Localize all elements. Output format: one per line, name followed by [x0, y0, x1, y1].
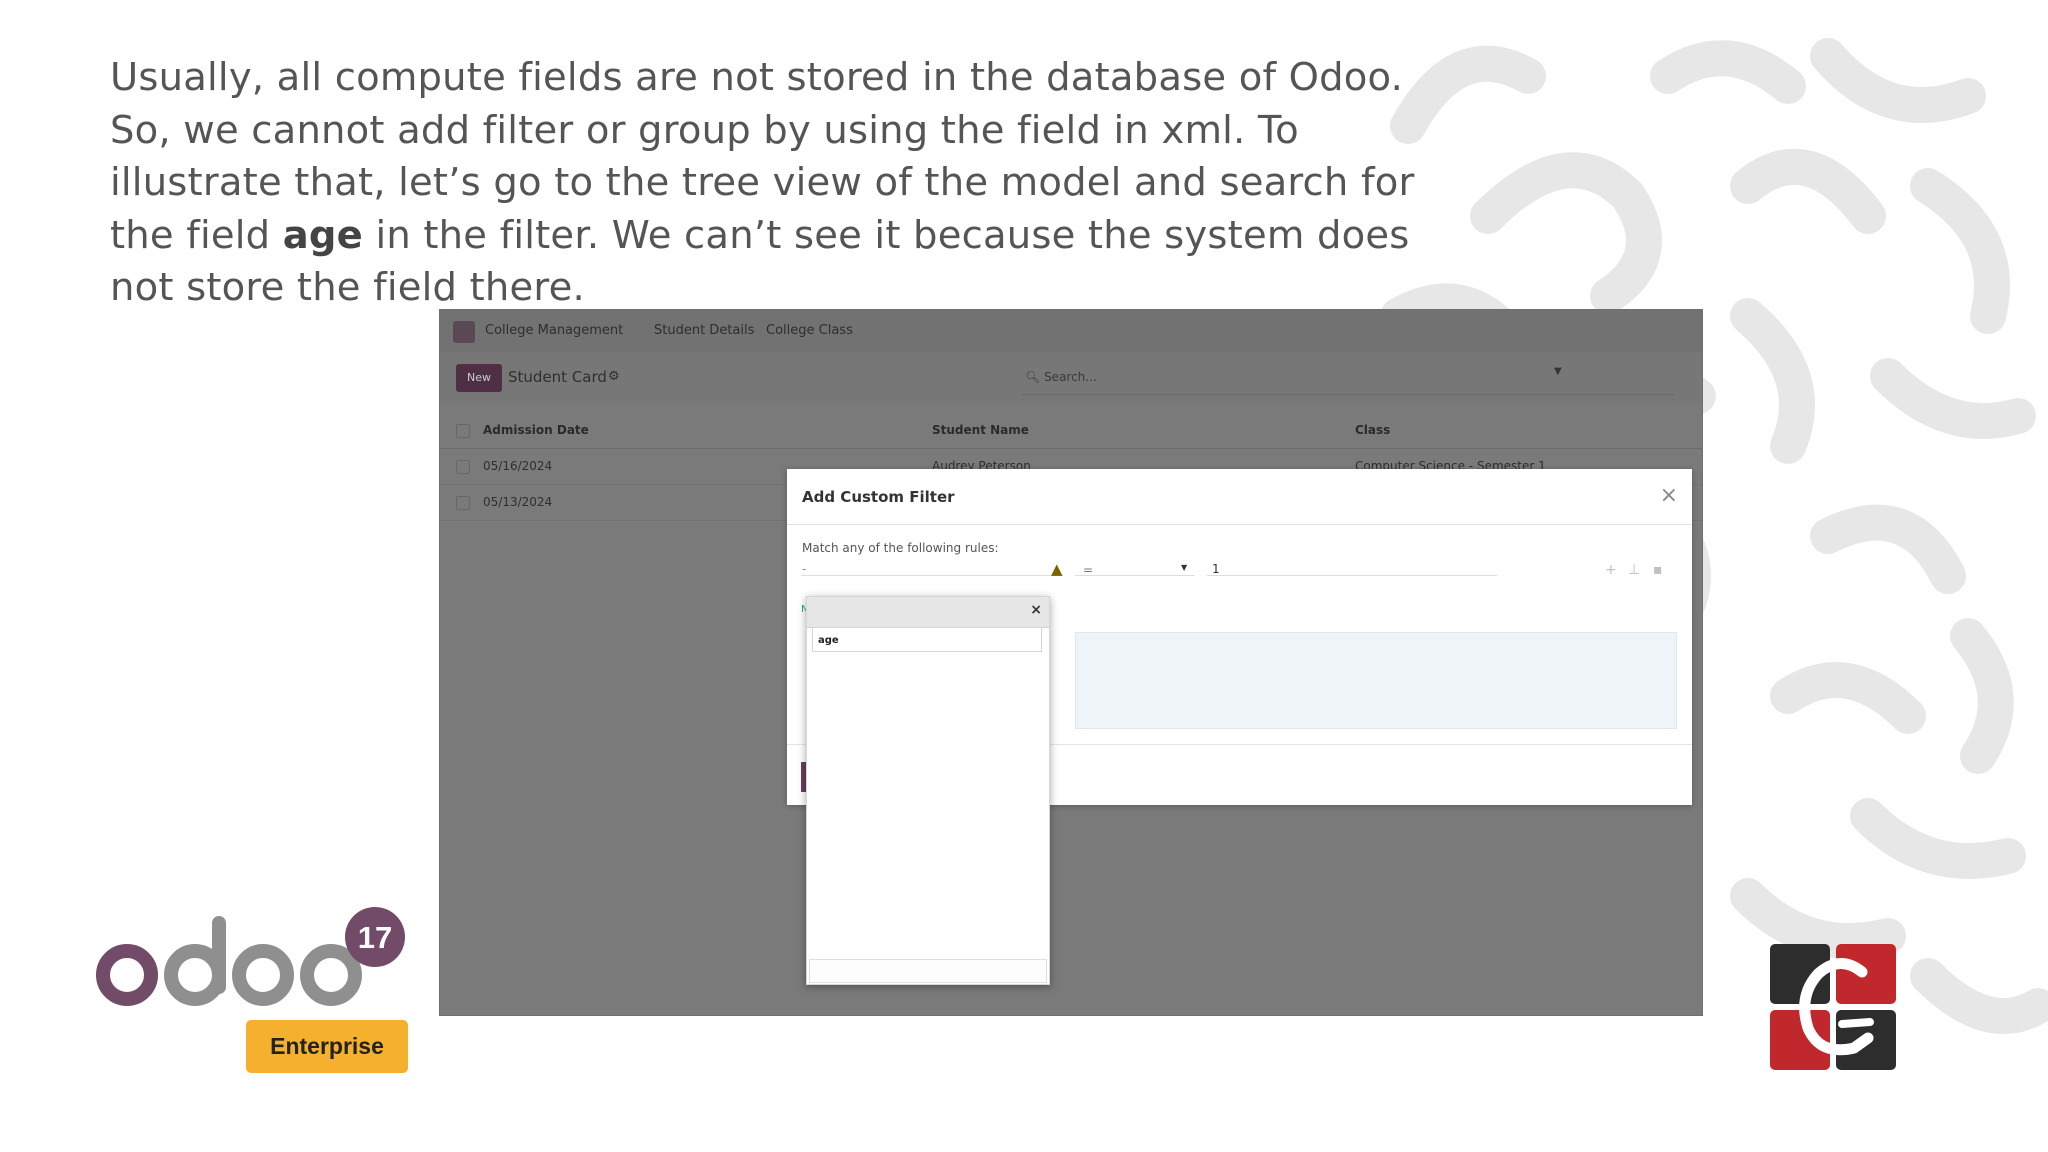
- slide-line-4: the field age in the filter. We can’t se…: [110, 212, 1410, 258]
- app-menu-icon[interactable]: [453, 321, 475, 343]
- slide-line-5: not store the field there.: [110, 265, 585, 310]
- field-name-emphasis: age: [282, 212, 363, 258]
- table-header: [440, 412, 1702, 449]
- chevron-down-icon[interactable]: ▼: [1181, 563, 1187, 572]
- rule-value-input[interactable]: 1: [1212, 562, 1220, 576]
- field-selector-popover: × age: [806, 596, 1050, 985]
- dialog-header-divider: [787, 524, 1692, 525]
- search-underline: [1022, 394, 1674, 395]
- odoo-screenshot: College Management Student Details Colle…: [440, 310, 1702, 1015]
- column-class[interactable]: Class: [1355, 423, 1390, 437]
- column-admission-date[interactable]: Admission Date: [483, 423, 589, 437]
- add-rule-icon[interactable]: +: [1605, 562, 1617, 578]
- slide-line-2: So, we cannot add filter or group by usi…: [110, 107, 1299, 153]
- column-student-name[interactable]: Student Name: [932, 423, 1029, 437]
- field-search-input[interactable]: age: [812, 627, 1042, 652]
- search-dropdown-toggle[interactable]: ▼: [1554, 366, 1562, 377]
- popover-footer-input[interactable]: [809, 959, 1047, 983]
- row-checkbox[interactable]: [456, 460, 470, 474]
- version-badge: 17: [358, 920, 392, 955]
- odoo-17-logo: 17: [96, 907, 405, 1006]
- company-logo: [1770, 944, 1896, 1070]
- enterprise-badge: Enterprise: [246, 1020, 408, 1073]
- warning-icon: ▲: [1051, 560, 1063, 578]
- close-icon[interactable]: ×: [1660, 483, 1678, 508]
- rule-operator-underline: [1075, 575, 1195, 576]
- view-title: Student Card: [508, 368, 607, 386]
- new-button[interactable]: New: [456, 364, 502, 392]
- nav-student-details[interactable]: Student Details: [654, 323, 754, 338]
- row-checkbox[interactable]: [456, 496, 470, 510]
- cell-admission-date: 05/16/2024: [483, 459, 553, 473]
- dialog-title: Add Custom Filter: [802, 488, 955, 506]
- search-input[interactable]: 🔍︎ Search...: [1025, 363, 1160, 391]
- rule-field-underline: [801, 575, 1063, 576]
- match-rules-label: Match any of the following rules:: [802, 541, 999, 555]
- slide-paragraph: Usually, all compute fields are not stor…: [110, 52, 1415, 315]
- add-branch-icon[interactable]: ⊥: [1628, 562, 1640, 578]
- rule-field-select[interactable]: -: [802, 562, 806, 576]
- nav-college-management[interactable]: College Management: [485, 323, 623, 338]
- nav-college-class[interactable]: College Class: [766, 323, 853, 338]
- gear-icon[interactable]: ⚙: [608, 369, 620, 384]
- close-icon[interactable]: ×: [1030, 602, 1042, 618]
- domain-code-editor[interactable]: [1075, 632, 1677, 729]
- slide-line-1: Usually, all compute fields are not stor…: [110, 55, 1404, 100]
- slide-line-3: illustrate that, let’s go to the tree vi…: [110, 160, 1415, 205]
- search-icon: 🔍︎: [1025, 370, 1041, 384]
- delete-rule-icon[interactable]: ▪: [1653, 562, 1663, 578]
- popover-header: [807, 597, 1049, 628]
- top-navbar: [440, 310, 1702, 353]
- cell-admission-date: 05/13/2024: [483, 495, 553, 509]
- select-all-checkbox[interactable]: [456, 424, 470, 438]
- rule-value-underline: [1207, 575, 1497, 576]
